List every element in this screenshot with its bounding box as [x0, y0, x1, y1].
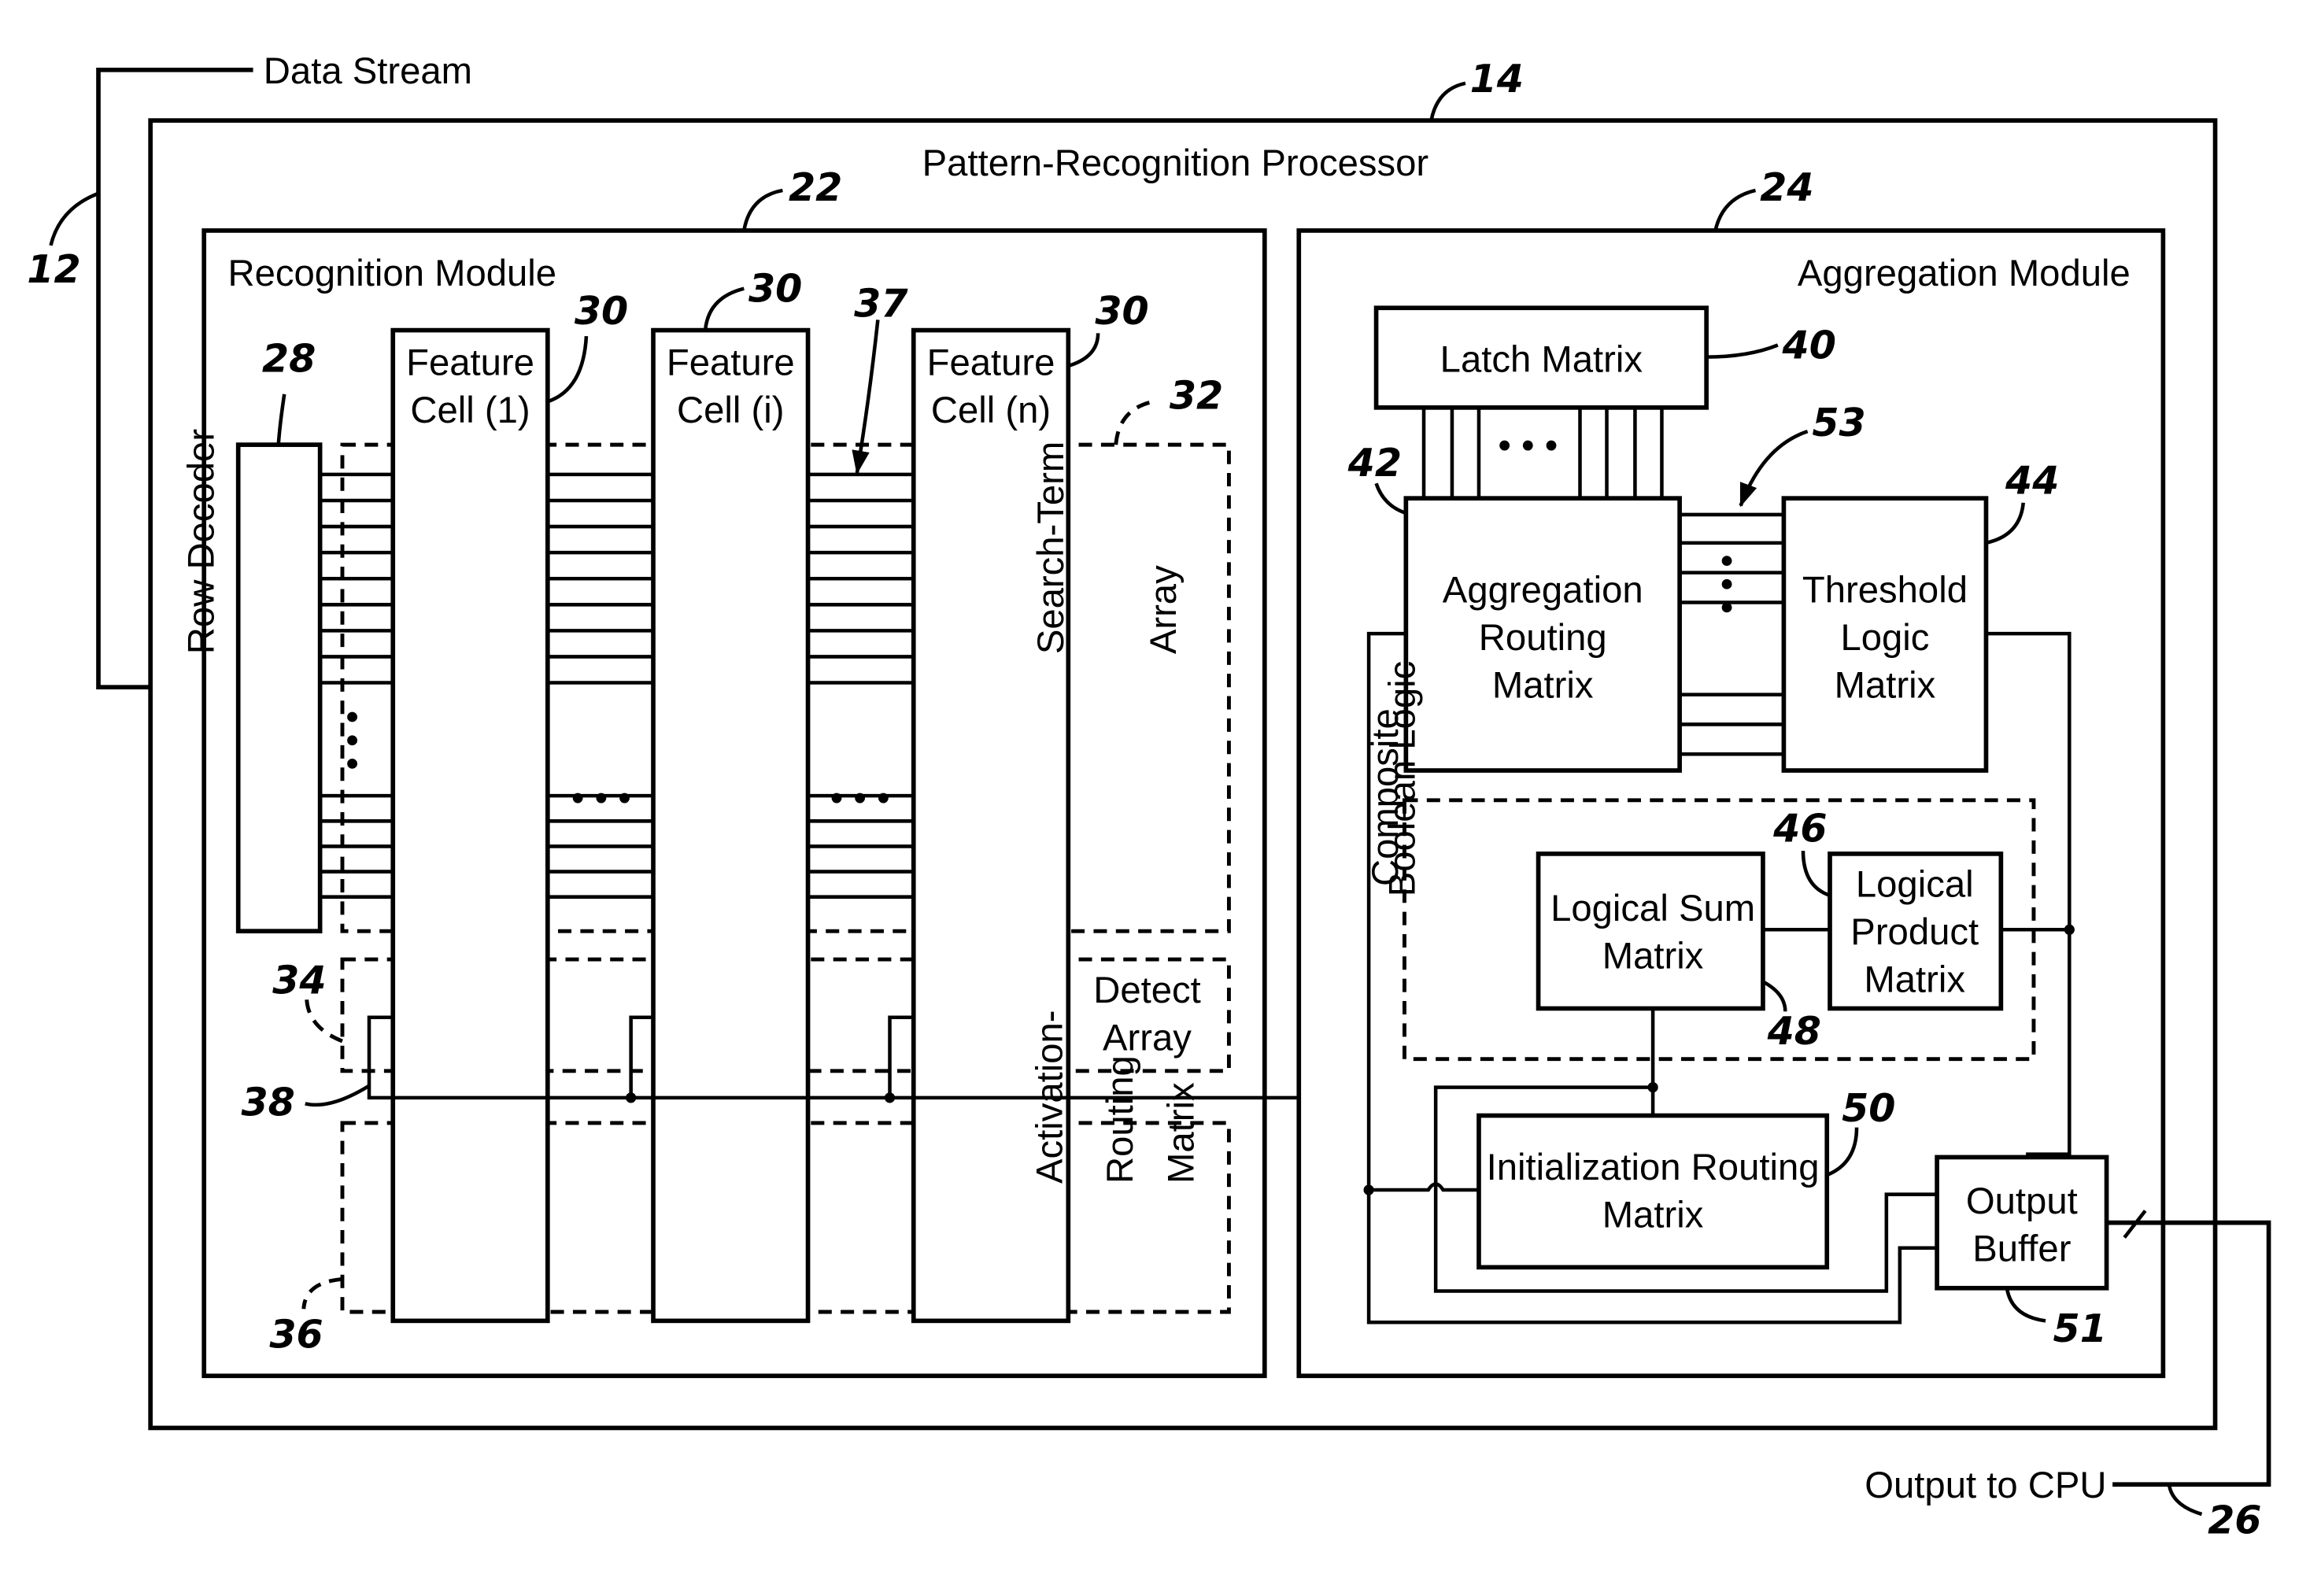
- bus-ellipsis: • • •: [1706, 554, 1748, 614]
- lpm-line2: Product: [1850, 911, 1979, 953]
- latch-matrix-label: Latch Matrix: [1440, 339, 1643, 381]
- feature-cell-n-line2: Cell (n): [931, 390, 1051, 431]
- initialization-routing-matrix: [1476, 1113, 1830, 1270]
- ref-12: 12: [27, 246, 80, 292]
- feature-cell-n-line1: Feature: [927, 342, 1055, 383]
- ref-53: 53: [1812, 400, 1865, 445]
- feature-cell-i-box: [651, 327, 811, 1324]
- ref-37: 37: [854, 281, 908, 327]
- feature-cell-i: Feature Cell (i) 30: [651, 266, 811, 1324]
- ref-46: 46: [1772, 806, 1827, 852]
- svg-text:Activation-: Activation-: [1029, 1010, 1071, 1184]
- output-buffer-line1: Output: [1966, 1180, 2078, 1222]
- svg-text:Array: Array: [1143, 565, 1185, 654]
- cell-ellipsis-1: • • •: [571, 778, 631, 819]
- feature-cell-i-line2: Cell (i): [677, 390, 785, 431]
- data-stream-label: Data Stream: [264, 50, 472, 92]
- svg-text:Search-Term: Search-Term: [1030, 441, 1072, 654]
- ref-14: 14: [1470, 56, 1524, 102]
- junction: [1363, 1184, 1374, 1195]
- row-decoder: [235, 442, 323, 933]
- junction: [2064, 924, 2075, 935]
- recognition-module: Recognition Module 22 Row Decoder 28 Fea…: [180, 164, 1377, 1379]
- irm-line1: Initialization Routing: [1487, 1147, 1820, 1188]
- feature-cell-1-line1: Feature: [406, 342, 534, 383]
- lpm-line1: Logical: [1856, 864, 1974, 906]
- tlm-line3: Matrix: [1835, 664, 1936, 706]
- ref-30-i: 30: [748, 266, 802, 312]
- output-buffer-line2: Buffer: [1972, 1228, 2071, 1270]
- aggregation-module-label: Aggregation Module: [1798, 253, 2131, 294]
- output-to-cpu-label: Output to CPU: [1865, 1465, 2106, 1506]
- lsm-line2: Matrix: [1602, 935, 1704, 977]
- ref-26: 26: [2208, 1498, 2261, 1543]
- latch-ellipsis: • • •: [1498, 425, 1558, 467]
- svg-text:Routing: Routing: [1100, 1055, 1141, 1184]
- ref-36: 36: [269, 1311, 323, 1357]
- row-ellipsis: • • •: [332, 711, 374, 770]
- ref-12-leader: [49, 191, 99, 246]
- ref-30-n: 30: [1095, 288, 1148, 334]
- ref-24: 24: [1760, 164, 1813, 210]
- recognition-module-label: Recognition Module: [227, 253, 556, 294]
- row-decoder-label: Row Decoder: [180, 429, 222, 654]
- ref-38: 38: [241, 1080, 294, 1125]
- junction: [626, 1092, 637, 1103]
- ref-34: 34: [272, 958, 326, 1003]
- tlm-line1: Threshold: [1802, 569, 1968, 611]
- ref-28: 28: [262, 336, 316, 382]
- ref-40: 40: [1782, 322, 1836, 368]
- junction: [884, 1092, 896, 1103]
- aggregation-module: Aggregation Module 24 Latch Matrix 40 • …: [1296, 164, 2166, 1379]
- logical-sum-matrix: [1536, 852, 1765, 1011]
- ref-42: 42: [1347, 440, 1402, 486]
- feature-cell-1-box: [390, 327, 550, 1324]
- ref-44: 44: [2005, 457, 2059, 503]
- arm-line2: Routing: [1479, 617, 1607, 659]
- ref-22: 22: [789, 164, 842, 210]
- tlm-line2: Logic: [1840, 617, 1929, 659]
- detect-array-line1: Detect: [1093, 970, 1201, 1011]
- ref-14-leader: [1429, 81, 1466, 121]
- junction: [1647, 1081, 1658, 1093]
- irm-line2: Matrix: [1602, 1194, 1704, 1236]
- ref-30-1: 30: [575, 288, 628, 334]
- feature-cell-1-line2: Cell (1): [410, 390, 530, 431]
- detect-array-line2: Array: [1103, 1017, 1192, 1058]
- pattern-recognition-diagram: Data Stream 12 Pattern-Recognition Proce…: [27, 50, 2271, 1543]
- svg-text:Matrix: Matrix: [1160, 1082, 1202, 1184]
- ref-50: 50: [1842, 1085, 1895, 1131]
- ref-26-leader: [2167, 1483, 2203, 1517]
- feature-cell-i-line1: Feature: [667, 342, 795, 383]
- ref-48: 48: [1767, 1008, 1821, 1054]
- processor-title: Pattern-Recognition Processor: [922, 142, 1428, 184]
- arm-line1: Aggregation: [1443, 569, 1643, 611]
- svg-text:Boolean Logic: Boolean Logic: [1382, 661, 1424, 897]
- cell-ellipsis-2: • • •: [830, 778, 890, 819]
- ref-32: 32: [1170, 373, 1223, 419]
- arm-line3: Matrix: [1492, 664, 1594, 706]
- lpm-line3: Matrix: [1864, 959, 1965, 1001]
- lsm-line1: Logical Sum: [1550, 888, 1755, 929]
- ref-51: 51: [2053, 1306, 2107, 1351]
